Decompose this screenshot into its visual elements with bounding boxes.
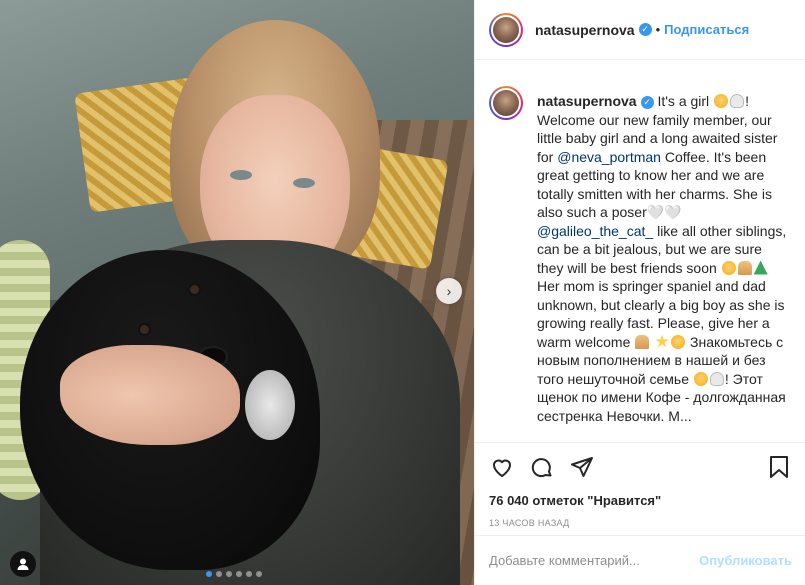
carousel-next-button[interactable]: › [436,278,462,304]
pray-emoji-icon [737,260,752,275]
ghost-emoji-icon [730,94,745,108]
user-icon [17,558,29,570]
caption-section: natasupernova ✓ It's a girl ! Welcome our… [475,60,805,442]
tagged-users-button[interactable] [10,551,36,577]
pray-emoji-icon [635,334,650,349]
caption-segment: It's a girl [653,93,714,109]
sparkles-emoji-icon [655,334,669,348]
ghost-emoji-icon [709,371,724,386]
photo-puppy-eye [190,285,199,294]
comment-button[interactable] [529,454,555,480]
comment-input[interactable] [489,553,700,568]
tree-emoji-icon [753,260,768,275]
carousel-dot [206,571,212,577]
post-actions: 76 040 отметок "Нравится" 13 ЧАСОВ НАЗАД [475,442,805,528]
post-comment-button[interactable]: Опубликовать [699,553,792,568]
heart-eyes-emoji-icon [714,94,729,108]
post-photo[interactable]: › [0,0,474,585]
comment-bar: Опубликовать [475,535,805,585]
mention-link[interactable]: @neva_portman [557,149,661,165]
likes-count[interactable]: 76 040 отметок "Нравится" [489,493,792,508]
photo-puppy-chest [245,370,295,440]
caption-username[interactable]: natasupernova [537,93,637,109]
avatar-image [493,90,519,116]
separator: • [655,22,661,37]
follow-button[interactable]: Подписаться [664,22,749,37]
save-button[interactable] [766,454,792,480]
avatar-image [493,16,519,43]
carousel-dot [216,571,222,577]
avatar-ring [491,88,521,118]
avatar-ring [491,14,521,45]
photo-eye-right [293,178,315,188]
carousel-dot [256,571,262,577]
verified-badge-icon: ✓ [640,95,654,109]
action-icons-row [489,453,792,481]
carousel-indicator [206,571,262,577]
mention-link[interactable]: @galileo_the_cat_ [537,223,653,239]
smiling-hearts-emoji-icon [721,260,736,275]
photo-puppy-eye [140,325,149,334]
share-button[interactable] [569,454,595,480]
smiling-hearts-emoji-icon [671,334,686,349]
post-timestamp[interactable]: 13 ЧАСОВ НАЗАД [489,518,792,528]
post-header: natasupernova ✓ • Подписаться [475,0,805,60]
comment-icon [531,458,552,478]
chevron-right-icon: › [446,283,452,299]
author-avatar[interactable] [489,12,523,47]
heart-icon [493,459,511,477]
post-side-panel: natasupernova ✓ • Подписаться natasupern… [474,0,805,585]
photo-eye-left [230,170,252,180]
verified-badge-icon: ✓ [638,23,652,36]
caption-text: natasupernova ✓ It's a girl ! Welcome our… [537,92,792,442]
photo-hand [60,345,240,445]
author-username[interactable]: natasupernova [535,22,635,38]
heart-eyes-emoji-icon [693,371,708,386]
caption-author-avatar[interactable] [489,86,523,120]
bookmark-icon [770,456,788,478]
carousel-dot [246,571,252,577]
like-button[interactable] [489,454,515,480]
paper-plane-icon [571,457,593,477]
carousel-dot [226,571,232,577]
carousel-dot [236,571,242,577]
